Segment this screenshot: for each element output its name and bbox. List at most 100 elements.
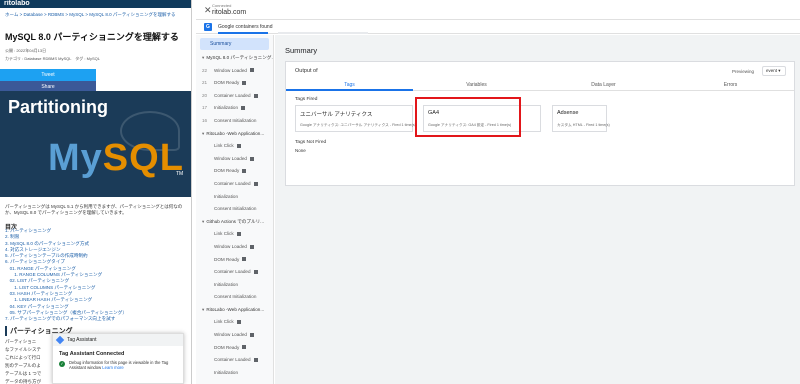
event-type-icon	[249, 244, 254, 249]
sidebar-summary[interactable]: Summary	[200, 38, 269, 50]
sidebar-event-item[interactable]: 16 Consent Initialization	[196, 115, 273, 128]
tab-data-layer[interactable]: Data Layer	[540, 79, 667, 90]
sidebar-event-item[interactable]: Window Loaded	[196, 329, 273, 342]
event-label: Window Loaded	[214, 332, 247, 338]
share-button[interactable]: Tweet	[0, 69, 96, 81]
site-logo[interactable]: ritolabo	[4, 0, 30, 7]
sidebar-event-item[interactable]: Window Loaded	[196, 153, 273, 166]
toc-item[interactable]: 7. パーティショニングでのパフォーマンス向上を試す	[5, 316, 187, 322]
event-select[interactable]: event ▾	[762, 66, 786, 76]
chevron-down-icon: ▾	[202, 130, 205, 136]
sidebar-event-item[interactable]: 21 DOM Ready	[196, 77, 273, 90]
sidebar-page-group[interactable]: ▾ RitoLabo -Web Application...	[196, 304, 273, 317]
event-label: Consent Initialization	[214, 294, 257, 300]
sidebar-event-item[interactable]: Initialization	[196, 367, 273, 380]
sidebar-event-item[interactable]: 22 Window Loaded	[196, 65, 273, 78]
sidebar-page-group[interactable]: ▾ Github Actions でのプルリ...	[196, 216, 273, 229]
event-label: Window Loaded	[214, 155, 247, 161]
popup-header: Tag Assistant	[53, 334, 183, 346]
sidebar-event-item[interactable]: Container Loaded	[196, 178, 273, 191]
event-number: 16	[202, 117, 208, 123]
tags-not-fired-value: None	[295, 148, 306, 153]
sidebar-event-item[interactable]: DOM Ready	[196, 342, 273, 355]
event-label: Initialization	[214, 281, 239, 287]
sidebar-event-item[interactable]: Container Loaded	[196, 354, 273, 367]
fired-tag-card[interactable]: ユニバーサル アナリティクス Google アナリティクス: ユニバーサル アナリ…	[295, 105, 416, 132]
containers-found-label[interactable]: Google containers found	[218, 24, 272, 30]
event-type-icon	[253, 269, 258, 274]
close-icon[interactable]: ✕	[204, 5, 212, 16]
previewing-label: Previewing	[732, 69, 755, 74]
tag-detail: カスタム HTML - Fired 1 time(s)	[557, 123, 610, 127]
tag-assistant-icon	[55, 335, 65, 345]
post-date: 公開 : 2022年04月13日	[5, 48, 47, 53]
check-circle-icon: ✓	[59, 361, 65, 367]
sidebar-event-item[interactable]: 20 Container Loaded	[196, 90, 273, 103]
event-label: Initialization	[214, 369, 239, 375]
sidebar-event-item[interactable]: Link Click	[196, 140, 273, 153]
event-label: DOM Ready	[214, 256, 240, 262]
post-intro: パーティショニングは MySQL 5.1 から利用できますが、パーティショニング…	[5, 204, 183, 215]
event-label: Initialization	[214, 193, 239, 199]
event-label: Window Loaded	[214, 67, 247, 73]
sidebar-event-item[interactable]: Link Click	[196, 228, 273, 241]
tab-tags[interactable]: Tags	[286, 79, 413, 91]
event-type-icon	[249, 156, 254, 161]
event-sidebar: Summary ▾ MySQL 8.0 パーティショニング... 22 Window …	[196, 35, 274, 384]
tags-not-fired-heading: Tags Not Fired	[295, 140, 327, 145]
learn-more-link[interactable]: Learn more	[102, 365, 123, 370]
event-label: DOM Ready	[214, 168, 240, 174]
fired-tag-card[interactable]: Adsense カスタム HTML - Fired 1 time(s)	[552, 105, 610, 132]
chevron-down-icon: ▾	[202, 218, 205, 224]
breadcrumb[interactable]: ホーム > Database > RDBMS > MySQL > MySQL 8…	[0, 8, 191, 22]
event-number: 22	[202, 67, 208, 73]
banner-title: Partitioning	[8, 97, 108, 117]
sidebar-event-item[interactable]: DOM Ready	[196, 254, 273, 267]
sidebar-page-group[interactable]: ▾ MySQL 8.0 パーティショニング...	[196, 52, 273, 65]
event-label: Link Click	[214, 231, 234, 237]
output-tabs: Tags Variables Data Layer Errors	[286, 79, 794, 91]
event-type-icon	[249, 68, 254, 73]
tag-detail: Google アナリティクス: ユニバーサル アナリティクス - Fired 1…	[300, 123, 416, 127]
sidebar-event-item[interactable]: 17 Initialization	[196, 102, 273, 115]
event-label: DOM Ready	[214, 80, 240, 86]
event-type-icon	[242, 169, 247, 174]
table-of-contents: 1. パーティショニング 2. 制限 3. MySQL 8.0 のパーティショニング…	[5, 228, 187, 322]
popup-title: Tag Assistant Connected	[59, 351, 125, 357]
event-type-icon	[242, 80, 247, 85]
site-header: ritolabo	[0, 0, 191, 8]
event-type-icon	[249, 332, 254, 337]
event-label: Container Loaded	[214, 269, 251, 275]
sidebar-event-item[interactable]: Consent Initialization	[196, 291, 273, 304]
sidebar-event-item[interactable]: Window Loaded	[196, 241, 273, 254]
connected-domain: ritolab.com	[212, 9, 247, 16]
event-type-icon	[236, 232, 241, 237]
tab-variables[interactable]: Variables	[413, 79, 540, 90]
container-bar: G Google containers found	[196, 20, 800, 34]
sidebar-event-item[interactable]: Consent Initialization	[196, 203, 273, 216]
event-label: Link Click	[214, 319, 234, 325]
sidebar-event-item[interactable]: DOM Ready	[196, 165, 273, 178]
event-label: Consent Initialization	[214, 117, 257, 123]
post-category: カテゴリ : Database RDBMS MySQL タグ : MySQL	[5, 56, 100, 61]
sidebar-event-item[interactable]: Initialization	[196, 279, 273, 292]
tab-errors[interactable]: Errors	[667, 79, 794, 90]
event-type-icon	[242, 345, 247, 350]
popup-message: ✓ Debug information for this page is vie…	[59, 360, 169, 370]
event-type-icon	[242, 257, 247, 262]
event-label: Container Loaded	[214, 92, 251, 98]
summary-panel: Summary Output of Previewing event ▾ Tag…	[275, 35, 800, 384]
sidebar-event-item[interactable]: Initialization	[196, 191, 273, 204]
ga4-highlight-box	[415, 97, 521, 137]
event-label: Window Loaded	[214, 243, 247, 249]
chevron-down-icon: ▾	[202, 55, 205, 60]
sidebar-event-item[interactable]: Container Loaded	[196, 266, 273, 279]
sidebar-page-group[interactable]: ▾ RitoLabo -Web Application...	[196, 128, 273, 141]
event-number: 17	[202, 105, 208, 111]
sidebar-event-item[interactable]: Link Click	[196, 316, 273, 329]
tag-assistant-window: ✕ Connected ritolab.com G Google contain…	[196, 0, 800, 384]
tag-assistant-popup: Tag Assistant Tag Assistant Connected ✓ …	[52, 333, 184, 384]
event-type-icon	[253, 358, 258, 363]
event-type-icon	[236, 143, 241, 148]
event-type-icon	[241, 106, 246, 111]
